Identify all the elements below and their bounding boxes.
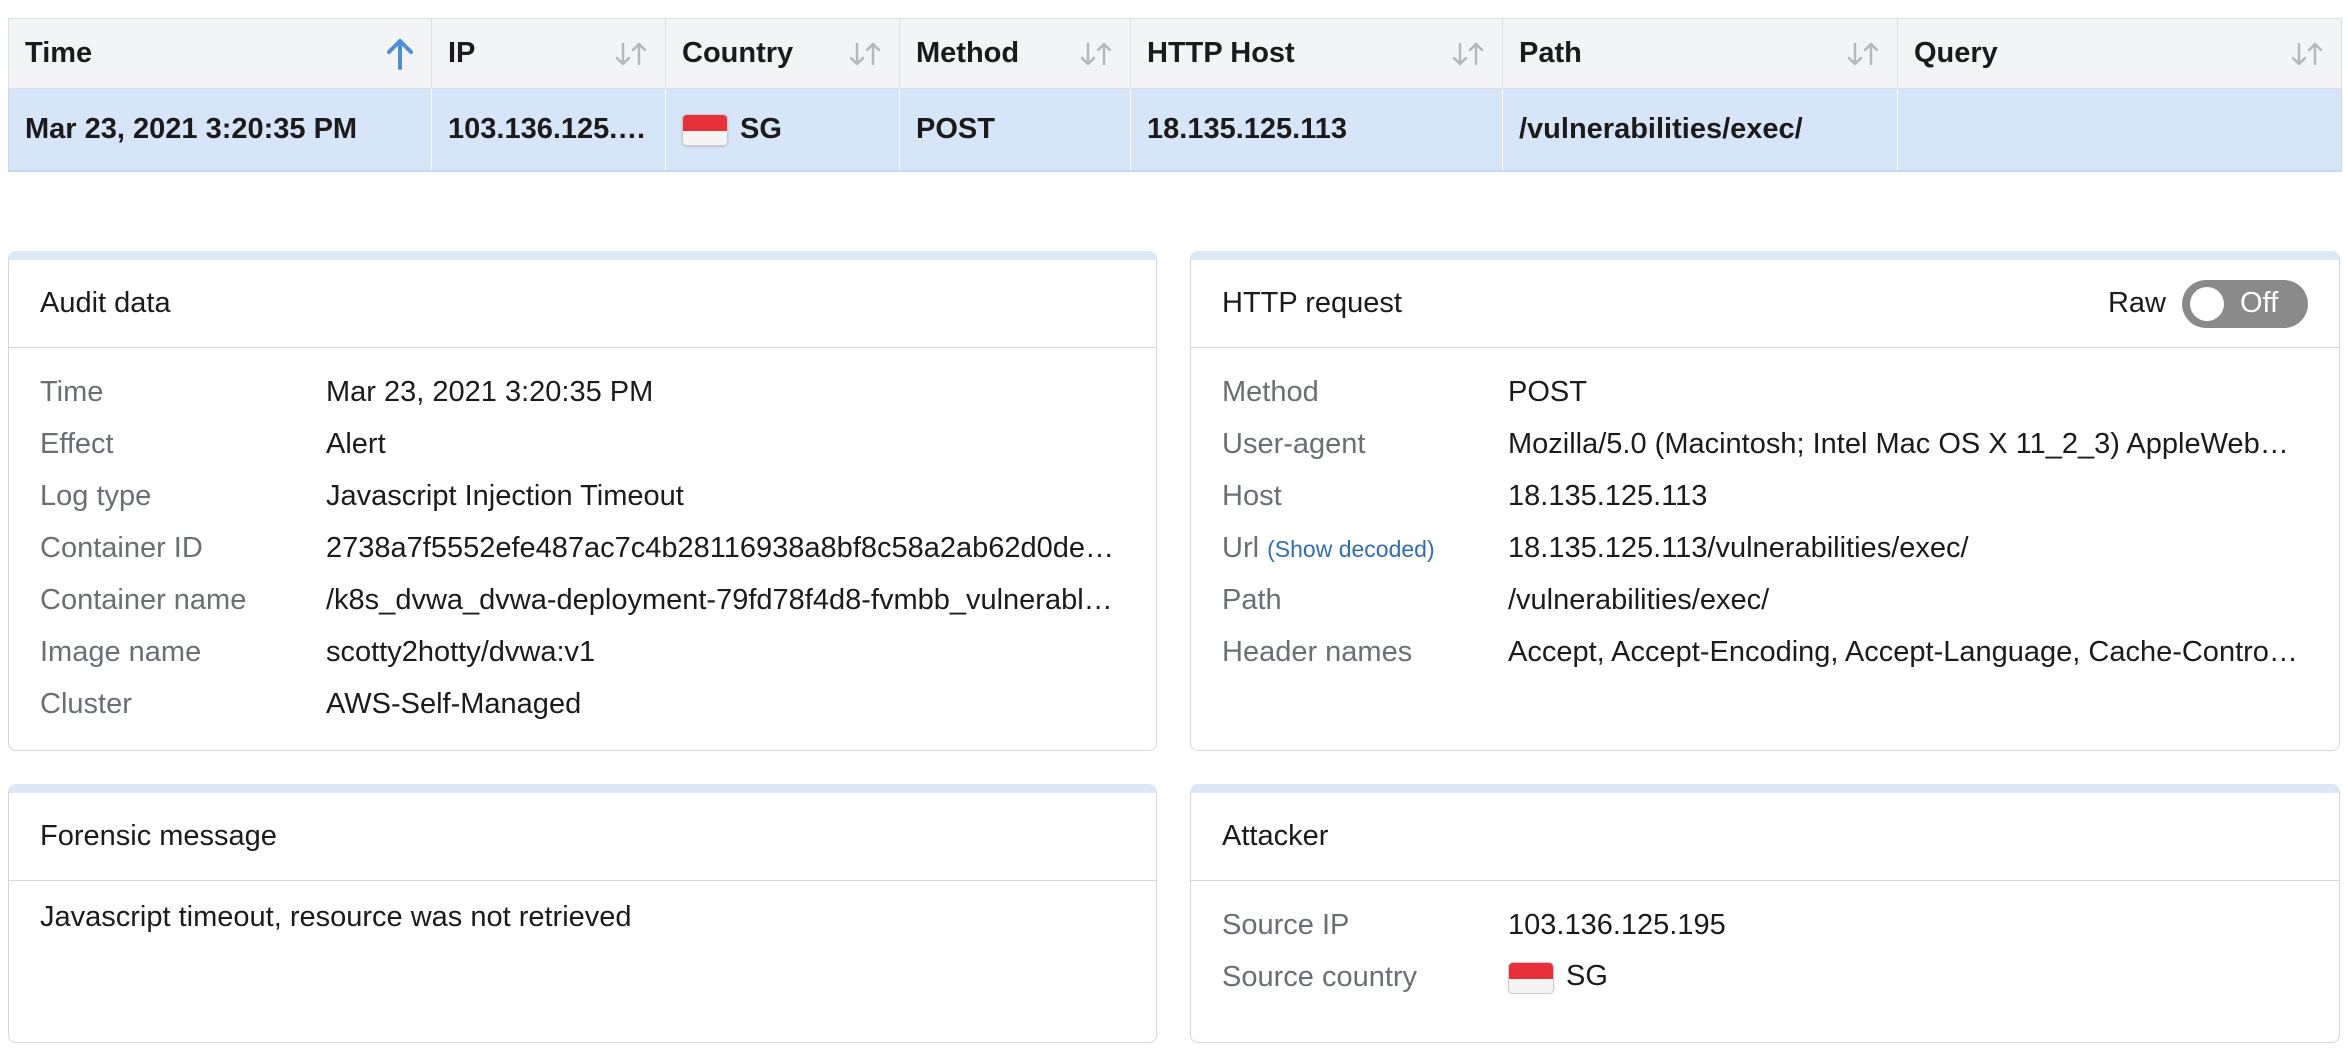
show-decoded-link[interactable]: (Show decoded)	[1267, 536, 1435, 562]
field-header-names: Header names Accept, Accept-Encoding, Ac…	[1222, 635, 2339, 668]
cell-country: SG	[665, 88, 900, 172]
sort-arrows-icon[interactable]	[2289, 40, 2325, 68]
table-header-row: Time IP Country Method HTTP Host Path Qu…	[8, 18, 2342, 89]
cell-ip: 103.136.125.195	[431, 88, 666, 172]
field-user-agent: User-agent Mozilla/5.0 (Macintosh; Intel…	[1222, 427, 2326, 460]
singapore-flag-icon	[1508, 961, 1554, 994]
table-row[interactable]: Mar 23, 2021 3:20:35 PM 103.136.125.195 …	[8, 88, 2342, 172]
panel-header: Attacker	[1191, 793, 2339, 881]
panel-title: Audit data	[40, 287, 171, 319]
toggle-state-text: Off	[2240, 287, 2279, 319]
panel-header: Audit data	[9, 260, 1156, 348]
cell-query	[1897, 88, 2342, 172]
field-log-type: Log type Javascript Injection Timeout	[40, 479, 684, 512]
column-header-query[interactable]: Query	[1897, 18, 2342, 89]
singapore-flag-icon	[682, 113, 728, 146]
toggle-knob	[2190, 286, 2224, 321]
field-container-id: Container ID 2738a7f5552efe487ac7c4b2811…	[40, 531, 1126, 564]
http-request-panel: HTTP request Raw Off Method POST User-ag…	[1190, 251, 2340, 751]
panel-title: HTTP request	[1222, 287, 1402, 319]
forensic-message-panel: Forensic message Javascript timeout, res…	[8, 784, 1157, 1043]
field-source-ip: Source IP 103.136.125.195	[1222, 908, 1726, 941]
field-host: Host 18.135.125.113	[1222, 479, 1708, 512]
panel-title: Attacker	[1222, 820, 1329, 852]
field-cluster: Cluster AWS-Self-Managed	[40, 687, 582, 720]
field-effect: Effect Alert	[40, 427, 386, 460]
raw-toggle-group: Raw Off	[2107, 279, 2308, 328]
sort-arrows-icon[interactable]	[1450, 40, 1486, 68]
events-table: Time IP Country Method HTTP Host Path Qu…	[8, 18, 2342, 172]
field-source-country: Source country SG	[1191, 951, 2339, 1003]
panel-header: Forensic message	[9, 793, 1156, 881]
column-header-method[interactable]: Method	[899, 18, 1131, 89]
audit-data-panel: Audit data Time Mar 23, 2021 3:20:35 PM …	[8, 251, 1157, 751]
column-header-path[interactable]: Path	[1502, 18, 1898, 89]
cell-time: Mar 23, 2021 3:20:35 PM	[8, 88, 432, 172]
forensic-message-text: Javascript timeout, resource was not ret…	[40, 901, 632, 933]
raw-toggle[interactable]: Off	[2182, 279, 2308, 328]
column-header-http-host[interactable]: HTTP Host	[1130, 18, 1503, 89]
panel-title: Forensic message	[40, 820, 277, 852]
column-header-time[interactable]: Time	[8, 18, 432, 89]
field-container-name: Container name /k8s_dvwa_dvwa-deployment…	[40, 583, 1139, 616]
panel-header: HTTP request Raw Off	[1191, 260, 2339, 348]
attacker-panel: Attacker Source IP 103.136.125.195 Sourc…	[1190, 784, 2340, 1043]
raw-label: Raw	[2107, 287, 2166, 319]
sort-arrows-icon[interactable]	[847, 40, 883, 68]
sort-arrows-icon[interactable]	[1078, 40, 1114, 68]
arrow-up-icon[interactable]	[385, 38, 415, 70]
cell-http-host: 18.135.125.113	[1130, 88, 1503, 172]
field-method: Method POST	[1222, 375, 1587, 408]
cell-path: /vulnerabilities/exec/	[1502, 88, 1898, 172]
column-header-ip[interactable]: IP	[431, 18, 666, 89]
cell-method: POST	[899, 88, 1131, 172]
column-header-country[interactable]: Country	[665, 18, 900, 89]
sort-arrows-icon[interactable]	[613, 40, 649, 68]
field-path: Path /vulnerabilities/exec/	[1222, 583, 1770, 616]
sort-arrows-icon[interactable]	[1845, 40, 1881, 68]
field-time: Time Mar 23, 2021 3:20:35 PM	[40, 375, 654, 408]
field-image-name: Image name scotty2hotty/dvwa:v1	[40, 635, 596, 668]
field-url: Url (Show decoded) 18.135.125.113/vulner…	[1222, 531, 1969, 564]
